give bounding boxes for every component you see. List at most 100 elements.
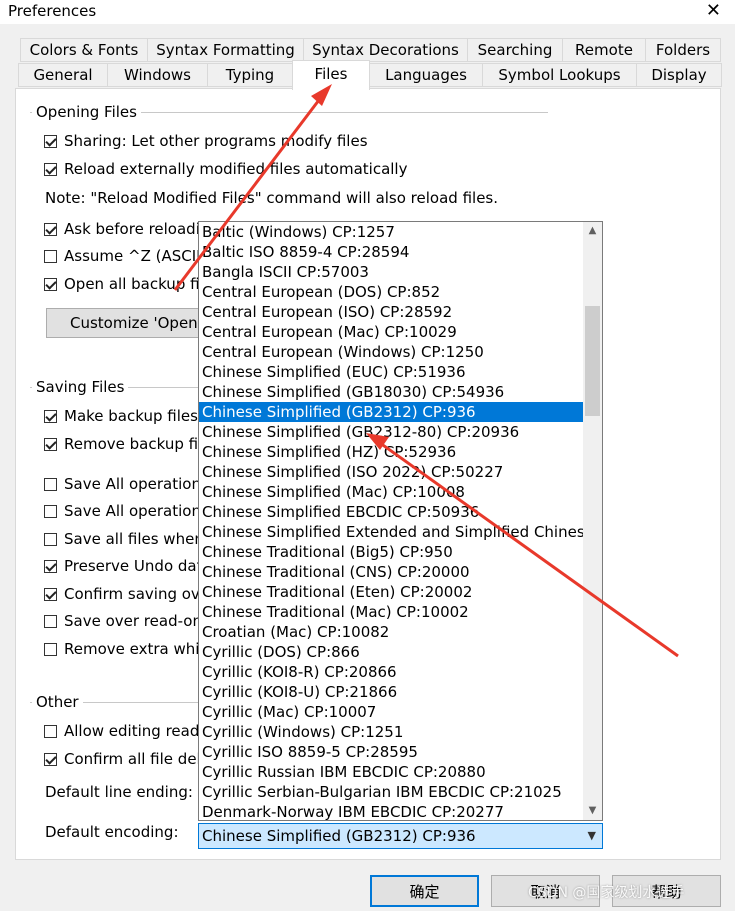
list-item[interactable]: Croatian (Mac) CP:10082 [199,622,583,642]
tab-colors-fonts[interactable]: Colors & Fonts [20,38,148,62]
combo-value: Chinese Simplified (GB2312) CP:936 [202,827,476,845]
checkmark-icon[interactable] [44,559,57,573]
default-encoding-combobox[interactable]: Chinese Simplified (GB2312) CP:936 ▼ [198,823,603,849]
confirm-saving-row[interactable]: Confirm saving ove [44,584,209,604]
title-bar: Preferences ✕ [0,0,735,24]
customize-open-button[interactable]: Customize 'Open' [46,308,206,338]
list-item[interactable]: Cyrillic (KOI8-U) CP:21866 [199,682,583,702]
list-item[interactable]: Chinese Simplified EBCDIC CP:50936 [199,502,583,522]
checkmark-icon[interactable] [44,587,57,601]
scrollbar-thumb[interactable] [585,306,600,416]
tab-typing[interactable]: Typing [207,63,293,87]
save-readonly-label: Save over read-on [64,612,202,630]
watermark: CSDN @国家级划水选手 [528,885,685,901]
checkbox-unchecked[interactable] [44,724,57,738]
list-item[interactable]: Central European (Mac) CP:10029 [199,322,583,342]
tab-remote[interactable]: Remote [562,38,646,62]
list-item[interactable]: Chinese Simplified (HZ) CP:52936 [199,442,583,462]
allow-editing-row[interactable]: Allow editing read [44,721,199,741]
checkbox-unchecked[interactable] [44,532,57,546]
save-all-files-row[interactable]: Save all files when [44,529,204,549]
list-item[interactable]: Central European (DOS) CP:852 [199,282,583,302]
group-title-saving-files: Saving Files [32,378,129,396]
chevron-down-icon[interactable]: ▼ [583,802,602,820]
close-icon[interactable]: ✕ [706,0,721,21]
tab-languages[interactable]: Languages [369,63,483,87]
list-item[interactable]: Denmark-Norway IBM EBCDIC CP:20277 [199,802,583,820]
checkmark-icon[interactable] [44,134,57,148]
checkmark-icon[interactable] [44,437,57,451]
list-item[interactable]: Bangla ISCII CP:57003 [199,262,583,282]
list-item[interactable]: Chinese Traditional (Big5) CP:950 [199,542,583,562]
list-scrollbar[interactable]: ▲ ▼ [583,222,602,820]
tab-syntax-formatting[interactable]: Syntax Formatting [147,38,304,62]
remove-backup-row[interactable]: Remove backup fil [44,434,202,454]
list-item[interactable]: Baltic (Windows) CP:1257 [199,222,583,242]
list-item[interactable]: Baltic ISO 8859-4 CP:28594 [199,242,583,262]
encoding-items: Baltic (Windows) CP:1257 Baltic ISO 8859-… [199,222,583,820]
open-backup-checkbox-row[interactable]: Open all backup fil [44,274,204,294]
tab-syntax-decorations[interactable]: Syntax Decorations [303,38,468,62]
preserve-undo-label: Preserve Undo dat [64,557,203,575]
make-backup-row[interactable]: Make backup files [44,406,198,426]
confirm-delete-row[interactable]: Confirm all file dele [44,749,210,769]
list-item[interactable]: Chinese Traditional (Eten) CP:20002 [199,582,583,602]
checkmark-icon[interactable] [44,409,57,423]
list-item[interactable]: Central European (ISO) CP:28592 [199,302,583,322]
list-item[interactable]: Chinese Simplified (EUC) CP:51936 [199,362,583,382]
list-item[interactable]: Cyrillic (Mac) CP:10007 [199,702,583,722]
checkbox-unchecked[interactable] [44,249,57,263]
make-backup-label: Make backup files [64,407,198,425]
preserve-undo-row[interactable]: Preserve Undo dat [44,556,202,576]
list-item[interactable]: Chinese Simplified (GB2312-80) CP:20936 [199,422,583,442]
reload-checkbox-row[interactable]: Reload externally modified files automat… [44,159,407,179]
checkmark-icon[interactable] [44,222,57,236]
chevron-up-icon[interactable]: ▲ [583,222,602,240]
tab-files[interactable]: Files [292,60,370,90]
list-item[interactable]: Cyrillic (DOS) CP:866 [199,642,583,662]
tab-windows[interactable]: Windows [107,63,208,87]
list-item[interactable]: Cyrillic ISO 8859-5 CP:28595 [199,742,583,762]
list-item[interactable]: Chinese Simplified (Mac) CP:10008 [199,482,583,502]
list-item[interactable]: Cyrillic Russian IBM EBCDIC CP:20880 [199,762,583,782]
remove-backup-label: Remove backup fil [64,435,203,453]
tab-folders[interactable]: Folders [645,38,721,62]
list-item[interactable]: Cyrillic Serbian-Bulgarian IBM EBCDIC CP… [199,782,583,802]
checkmark-icon[interactable] [44,752,57,766]
list-item[interactable]: Cyrillic (KOI8-R) CP:20866 [199,662,583,682]
tab-searching[interactable]: Searching [467,38,563,62]
tab-general[interactable]: General [18,63,108,87]
list-item[interactable]: Chinese Simplified (GB18030) CP:54936 [199,382,583,402]
tab-symbol-lookups[interactable]: Symbol Lookups [482,63,637,87]
window-title: Preferences [8,2,97,20]
ask-before-checkbox-row[interactable]: Ask before reloadi [44,219,200,239]
encoding-dropdown-list[interactable]: Baltic (Windows) CP:1257 Baltic ISO 8859-… [198,221,603,821]
checkbox-unchecked[interactable] [44,504,57,518]
assume-checkbox-row[interactable]: Assume ^Z (ASCII [44,246,201,266]
sharing-label: Sharing: Let other programs modify files [64,132,368,150]
list-item-selected[interactable]: Chinese Simplified (GB2312) CP:936 [199,402,583,422]
save-all-1-row[interactable]: Save All operation [44,474,201,494]
sharing-checkbox-row[interactable]: Sharing: Let other programs modify files [44,131,368,151]
save-all-2-label: Save All operation [64,502,201,520]
list-item[interactable]: Chinese Traditional (CNS) CP:20000 [199,562,583,582]
ok-button[interactable]: 确定 [370,875,479,907]
chevron-down-icon[interactable]: ▼ [588,824,596,848]
checkbox-unchecked[interactable] [44,614,57,628]
list-item[interactable]: Chinese Traditional (Mac) CP:10002 [199,602,583,622]
save-readonly-row[interactable]: Save over read-on [44,611,202,631]
list-item[interactable]: Central European (Windows) CP:1250 [199,342,583,362]
list-item[interactable]: Chinese Simplified (ISO 2022) CP:50227 [199,462,583,482]
allow-editing-label: Allow editing read [64,722,200,740]
tab-display[interactable]: Display [636,63,722,87]
remove-extra-label: Remove extra whit [64,640,206,658]
checkmark-icon[interactable] [44,277,57,291]
list-item[interactable]: Cyrillic (Windows) CP:1251 [199,722,583,742]
checkbox-unchecked[interactable] [44,477,57,491]
remove-extra-row[interactable]: Remove extra whit [44,639,205,659]
save-all-files-label: Save all files when [64,530,204,548]
checkmark-icon[interactable] [44,162,57,176]
checkbox-unchecked[interactable] [44,642,57,656]
list-item[interactable]: Chinese Simplified Extended and Simplifi… [199,522,583,542]
save-all-2-row[interactable]: Save All operation [44,501,201,521]
